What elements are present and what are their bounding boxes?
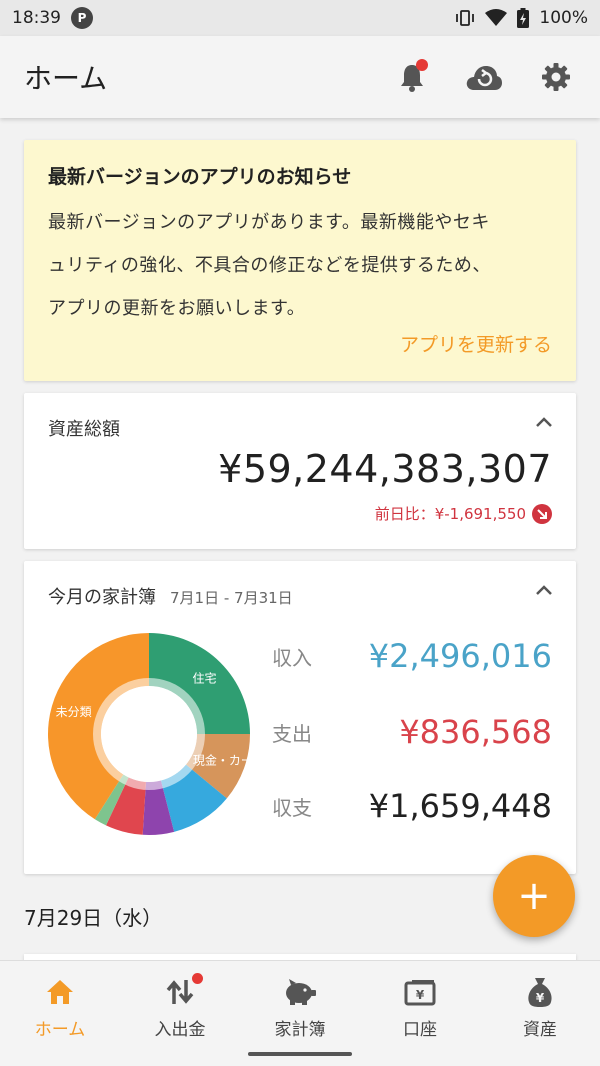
chevron-up-icon[interactable] (534, 581, 554, 601)
chevron-up-icon[interactable] (534, 413, 554, 433)
status-icons: 100% (455, 8, 588, 28)
transaction-date-heading: 7月29日（水） (24, 906, 163, 930)
page-title: ホーム (24, 62, 108, 95)
status-bar: 18:39 P 100% (0, 0, 600, 36)
trend-down-icon (532, 503, 552, 524)
sync-button[interactable] (464, 57, 504, 97)
expense-donut-chart[interactable]: 住宅現金・カー 未分類 (44, 629, 254, 839)
gear-icon (542, 63, 570, 91)
donut-slice-label: 住宅 (193, 670, 217, 685)
bottom-navigation: ホーム 入出金 家計簿 ¥ 口座 ¥ 資産 (0, 960, 600, 1066)
monthly-budget-card[interactable]: 今月の家計簿 7月1日 - 7月31日 住宅現金・カー 未分類 収入 ¥2,496… (24, 561, 576, 874)
total-assets-label: 資産総額 (48, 419, 120, 440)
total-assets-card[interactable]: 資産総額 ¥59,244,383,307 前日比：¥-1,691,550 (24, 393, 576, 549)
home-icon (43, 975, 77, 1009)
nav-item-budget[interactable]: 家計簿 (240, 961, 360, 1066)
money-bag-icon: ¥ (523, 975, 557, 1009)
app-bar: ホーム (0, 36, 600, 118)
battery-percentage: 100% (539, 8, 588, 28)
nav-item-accounts[interactable]: ¥ 口座 (360, 961, 480, 1066)
notice-line: アプリの更新をお願いします。 (48, 298, 306, 319)
income-label: 収入 (272, 645, 312, 670)
svg-text:¥: ¥ (536, 991, 545, 1005)
nav-item-assets[interactable]: ¥ 資産 (480, 961, 600, 1066)
nav-label: ホーム (34, 1020, 86, 1040)
nav-item-transactions[interactable]: 入出金 (120, 961, 240, 1066)
nav-label: 入出金 (154, 1020, 206, 1040)
add-button[interactable]: + (493, 855, 575, 937)
donut-slice-label: 未分類 (56, 705, 92, 719)
budget-title: 今月の家計簿 (48, 587, 156, 608)
transfer-icon (163, 973, 203, 1009)
donut-slice-label: 現金・カー (193, 753, 253, 768)
notification-dot (192, 973, 203, 984)
notice-body: 最新バージョンのアプリがあります。最新機能やセキ ュリティの強化、不具合の修正な… (48, 201, 552, 330)
nav-label: 家計簿 (274, 1020, 326, 1040)
expense-row: 支出 ¥836,568 (272, 713, 552, 751)
balance-value: ¥1,659,448 (368, 787, 552, 825)
notice-line: ュリティの強化、不具合の修正などを提供するため、 (48, 255, 491, 276)
donut-center (101, 686, 197, 782)
nav-label: 資産 (523, 1020, 557, 1040)
app-notification-icon: P (71, 7, 93, 29)
expense-label: 支出 (272, 721, 312, 746)
app-bar-actions (392, 57, 576, 97)
total-assets-value: ¥59,244,383,307 (218, 447, 552, 491)
notification-dot (416, 59, 428, 71)
daily-change-value: 前日比：¥-1,691,550 (374, 505, 526, 523)
budget-date-range: 7月1日 - 7月31日 (170, 589, 293, 607)
balance-row: 収支 ¥1,659,448 (272, 787, 552, 825)
update-notice-card: 最新バージョンのアプリのお知らせ 最新バージョンのアプリがあります。最新機能やセ… (24, 140, 576, 381)
svg-text:¥: ¥ (416, 988, 425, 1002)
income-value: ¥2,496,016 (368, 637, 552, 675)
expense-value: ¥836,568 (399, 713, 552, 751)
cloud-sync-icon (466, 66, 502, 90)
vibrate-icon (456, 10, 475, 26)
status-time: 18:39 (12, 8, 61, 28)
notice-line: 最新バージョンのアプリがあります。最新機能やセキ (48, 212, 490, 233)
nav-label: 口座 (403, 1020, 437, 1040)
notifications-button[interactable] (392, 57, 432, 97)
notice-title: 最新バージョンのアプリのお知らせ (48, 166, 352, 188)
update-app-link[interactable]: アプリを更新する (400, 330, 552, 357)
wallet-icon: ¥ (403, 975, 437, 1009)
settings-button[interactable] (536, 57, 576, 97)
budget-header: 今月の家計簿 7月1日 - 7月31日 (48, 583, 552, 609)
piggy-bank-icon (283, 975, 317, 1009)
wifi-icon (485, 9, 508, 26)
nav-item-home[interactable]: ホーム (0, 961, 120, 1066)
income-row: 収入 ¥2,496,016 (272, 637, 552, 675)
daily-change: 前日比：¥-1,691,550 (375, 503, 552, 524)
gesture-bar (248, 1052, 352, 1056)
battery-charging-icon (517, 8, 530, 28)
balance-label: 収支 (272, 795, 312, 820)
